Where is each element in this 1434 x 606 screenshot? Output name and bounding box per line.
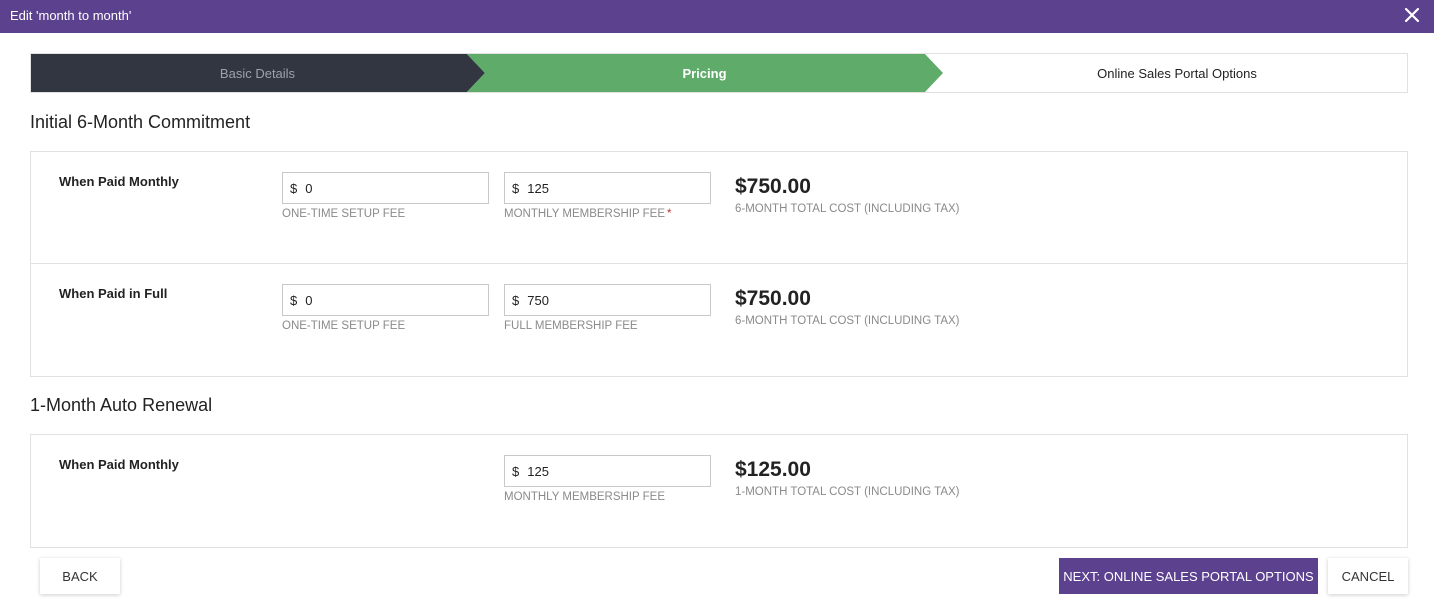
monthly-fee-caption-text: MONTHLY MEMBERSHIP FEE xyxy=(504,208,666,220)
step-label: Basic Details xyxy=(219,65,296,81)
currency-symbol: $ xyxy=(290,292,298,308)
step-basic-details[interactable]: Basic Details xyxy=(30,53,485,93)
section-title-initial: Initial 6-Month Commitment xyxy=(30,112,251,132)
total-amount: $750.00 xyxy=(735,175,811,198)
total-cost: $750.00 6-MONTH TOTAL COST (INCLUDING TA… xyxy=(735,287,960,327)
wizard-steps: Basic Details Pricing Online Sales Porta… xyxy=(30,53,1408,93)
step-pricing[interactable]: Pricing xyxy=(466,53,943,93)
full-fee-input[interactable] xyxy=(527,292,688,308)
row-label: When Paid in Full xyxy=(59,286,168,301)
renewal-fee-input-box[interactable]: $ xyxy=(504,455,711,487)
setup-fee-input-box[interactable]: $ xyxy=(282,172,489,204)
currency-symbol: $ xyxy=(290,180,298,196)
setup-fee-field: $ ONE-TIME SETUP FEE xyxy=(282,284,489,332)
full-fee-caption: FULL MEMBERSHIP FEE xyxy=(504,320,638,332)
currency-symbol: $ xyxy=(512,180,520,196)
next-button[interactable]: NEXT: ONLINE SALES PORTAL OPTIONS xyxy=(1059,558,1318,594)
back-button[interactable]: BACK xyxy=(40,558,120,594)
row-label: When Paid Monthly xyxy=(59,457,179,472)
full-membership-fee-field: $ FULL MEMBERSHIP FEE xyxy=(504,284,711,332)
total-amount: $125.00 xyxy=(735,458,811,481)
step-label: Pricing xyxy=(682,65,727,81)
renewal-fee-input[interactable] xyxy=(527,463,688,479)
pricing-row-renewal-monthly: When Paid Monthly $ MONTHLY MEMBERSHIP F… xyxy=(31,435,1407,547)
total-caption: 6-MONTH TOTAL COST (INCLUDING TAX) xyxy=(735,315,960,327)
dialog-titlebar: Edit 'month to month' xyxy=(0,0,1434,33)
monthly-membership-fee-field: $ MONTHLY MEMBERSHIP FEE xyxy=(504,455,711,503)
renewal-fee-caption: MONTHLY MEMBERSHIP FEE xyxy=(504,491,666,503)
monthly-fee-input-box[interactable]: $ xyxy=(504,172,711,204)
step-label: Online Sales Portal Options xyxy=(1097,65,1257,81)
setup-fee-input[interactable] xyxy=(305,180,466,196)
full-fee-input-box[interactable]: $ xyxy=(504,284,711,316)
setup-fee-field: $ ONE-TIME SETUP FEE xyxy=(282,172,489,220)
initial-pricing-panel: When Paid Monthly $ ONE-TIME SETUP FEE $… xyxy=(30,151,1408,377)
monthly-fee-caption: MONTHLY MEMBERSHIP FEE * xyxy=(504,208,711,220)
setup-fee-caption: ONE-TIME SETUP FEE xyxy=(282,320,406,332)
total-cost: $125.00 1-MONTH TOTAL COST (INCLUDING TA… xyxy=(735,458,960,498)
required-mark: * xyxy=(667,208,672,220)
row-label: When Paid Monthly xyxy=(59,174,179,189)
currency-symbol: $ xyxy=(512,292,520,308)
total-amount: $750.00 xyxy=(735,287,811,310)
renewal-pricing-panel: When Paid Monthly $ MONTHLY MEMBERSHIP F… xyxy=(30,434,1408,548)
setup-fee-input-box[interactable]: $ xyxy=(282,284,489,316)
setup-fee-caption: ONE-TIME SETUP FEE xyxy=(282,208,406,220)
total-caption: 1-MONTH TOTAL COST (INCLUDING TAX) xyxy=(735,486,960,498)
total-cost: $750.00 6-MONTH TOTAL COST (INCLUDING TA… xyxy=(735,175,960,215)
section-title-renewal: 1-Month Auto Renewal xyxy=(30,395,213,415)
total-caption: 6-MONTH TOTAL COST (INCLUDING TAX) xyxy=(735,203,960,215)
dialog-title: Edit 'month to month' xyxy=(10,8,132,23)
currency-symbol: $ xyxy=(512,463,520,479)
monthly-membership-fee-field: $ MONTHLY MEMBERSHIP FEE* xyxy=(504,172,711,220)
setup-fee-input[interactable] xyxy=(305,292,466,308)
monthly-fee-input[interactable] xyxy=(527,180,688,196)
step-online-sales-portal-options[interactable]: Online Sales Portal Options xyxy=(943,53,1408,93)
pricing-row-monthly: When Paid Monthly $ ONE-TIME SETUP FEE $… xyxy=(31,152,1407,264)
close-icon[interactable] xyxy=(1402,4,1422,26)
cancel-button[interactable]: CANCEL xyxy=(1328,558,1408,594)
pricing-row-full: When Paid in Full $ ONE-TIME SETUP FEE $… xyxy=(31,264,1407,376)
